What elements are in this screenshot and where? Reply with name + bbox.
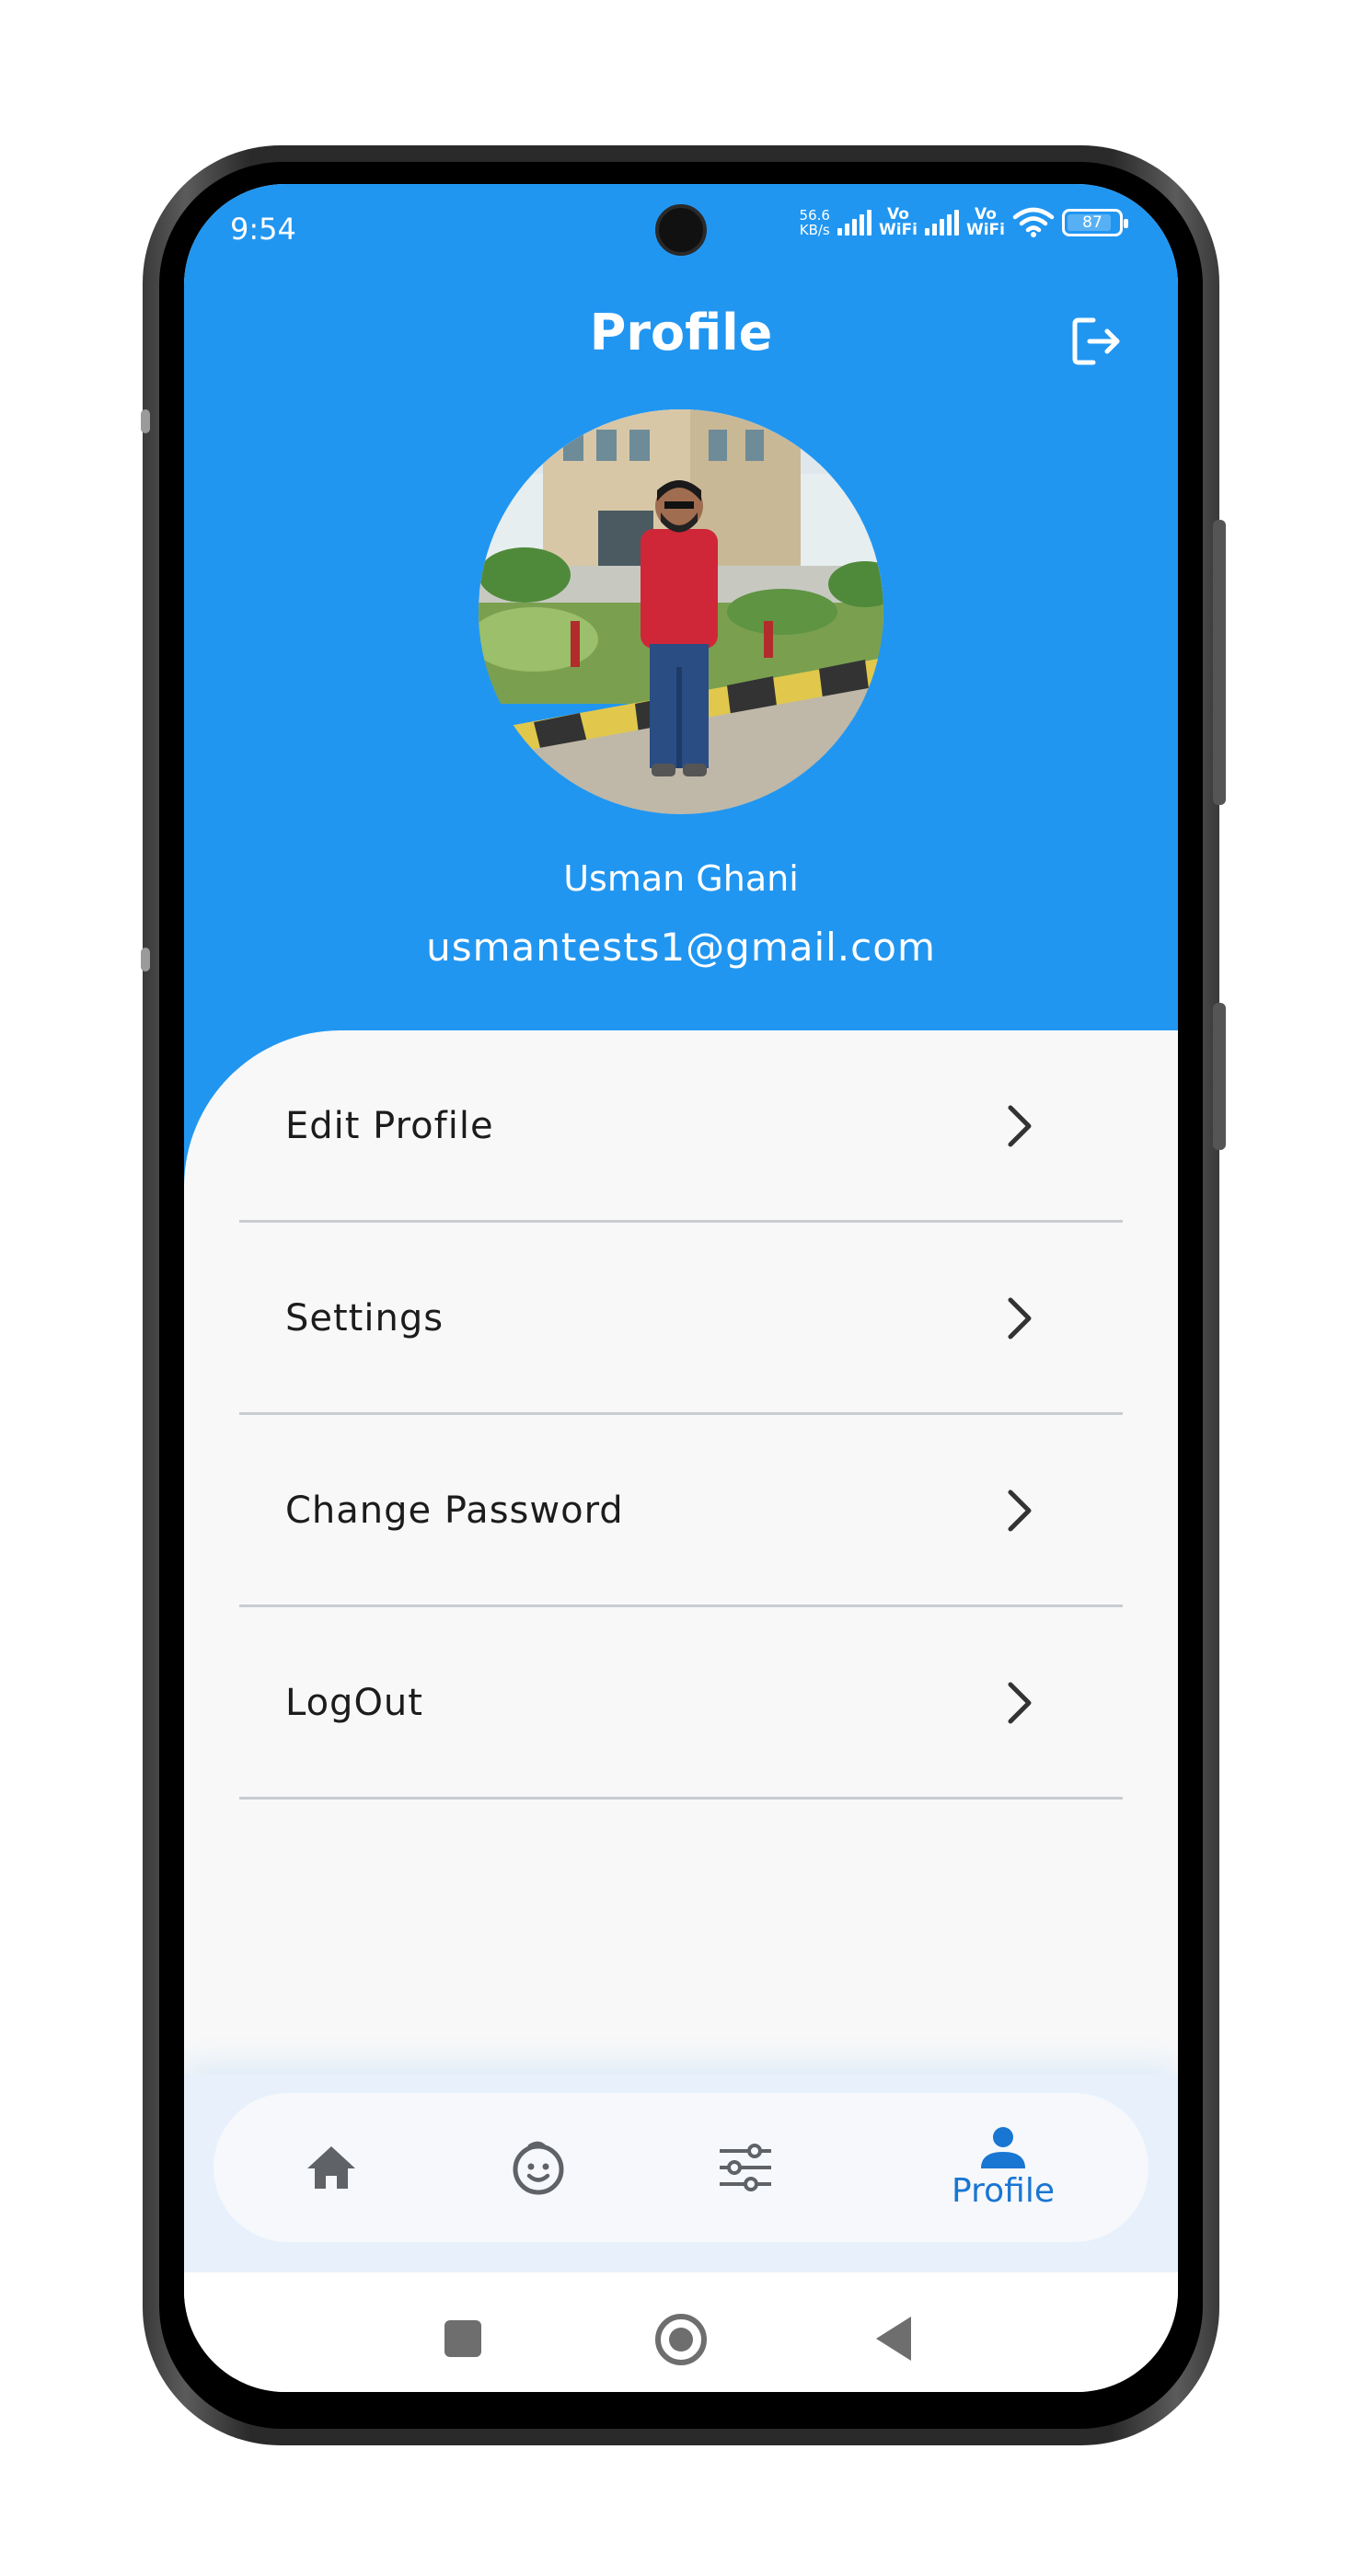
- vowifi-badge: Vo WiFi: [879, 207, 918, 238]
- menu-item-settings[interactable]: Settings: [239, 1223, 1123, 1415]
- menu-item-label: LogOut: [285, 1682, 423, 1724]
- net-speed: 56.6 KB/s: [800, 208, 830, 237]
- nav-home[interactable]: [267, 2093, 396, 2242]
- status-icons: 56.6 KB/s Vo WiFi Vo WiFi 87: [800, 206, 1128, 239]
- menu-item-logout[interactable]: LogOut: [239, 1607, 1123, 1800]
- side-marker-top: [141, 409, 150, 433]
- child-face-icon: [513, 2141, 564, 2195]
- vowifi-bottom: WiFi: [878, 221, 918, 239]
- menu-item-edit-profile[interactable]: Edit Profile: [239, 1030, 1123, 1223]
- menu-item-label: Edit Profile: [285, 1105, 494, 1147]
- nav-filters[interactable]: [681, 2093, 810, 2242]
- nav-child[interactable]: [474, 2093, 603, 2242]
- power-button: [1213, 1003, 1226, 1150]
- vowifi-bottom: WiFi: [965, 221, 1005, 239]
- signal-icon-2: [924, 210, 959, 236]
- battery-level: 87: [1082, 213, 1102, 232]
- person-icon: [981, 2126, 1025, 2168]
- menu-item-label: Settings: [285, 1297, 444, 1340]
- screen: 9:54 56.6 KB/s Vo WiFi Vo WiFi 87 Profil…: [184, 184, 1178, 2392]
- user-name: Usman Ghani: [563, 858, 799, 899]
- menu-item-change-password[interactable]: Change Password: [239, 1415, 1123, 1607]
- net-speed-value: 56.6: [799, 207, 830, 224]
- system-navigation-bar: [184, 2272, 1178, 2392]
- logout-icon[interactable]: [1068, 313, 1125, 370]
- menu-item-label: Change Password: [285, 1489, 624, 1532]
- vowifi-badge-2: Vo WiFi: [966, 207, 1005, 238]
- chevron-right-icon: [1008, 1105, 1032, 1147]
- battery-icon: 87: [1062, 209, 1128, 236]
- recents-button[interactable]: [444, 2320, 481, 2357]
- wifi-icon: [1012, 207, 1055, 237]
- status-time: 9:54: [230, 212, 296, 247]
- avatar-photo: [479, 409, 883, 814]
- nav-profile-label: Profile: [952, 2171, 1055, 2210]
- volume-button: [1213, 520, 1226, 805]
- net-speed-unit: KB/s: [799, 222, 830, 238]
- front-camera: [655, 204, 707, 256]
- user-email: usmantests1@gmail.com: [426, 925, 936, 970]
- chevron-right-icon: [1008, 1297, 1032, 1340]
- back-button[interactable]: [876, 2317, 911, 2361]
- tune-sliders-icon: [720, 2144, 771, 2191]
- home-icon: [307, 2146, 355, 2189]
- chevron-right-icon: [1008, 1489, 1032, 1532]
- avatar[interactable]: [479, 409, 883, 814]
- side-marker-bottom: [141, 948, 150, 972]
- chevron-right-icon: [1008, 1682, 1032, 1724]
- signal-icon: [837, 210, 871, 236]
- page-title: Profile: [589, 304, 773, 362]
- nav-profile[interactable]: Profile: [920, 2093, 1086, 2242]
- home-button[interactable]: [655, 2314, 707, 2365]
